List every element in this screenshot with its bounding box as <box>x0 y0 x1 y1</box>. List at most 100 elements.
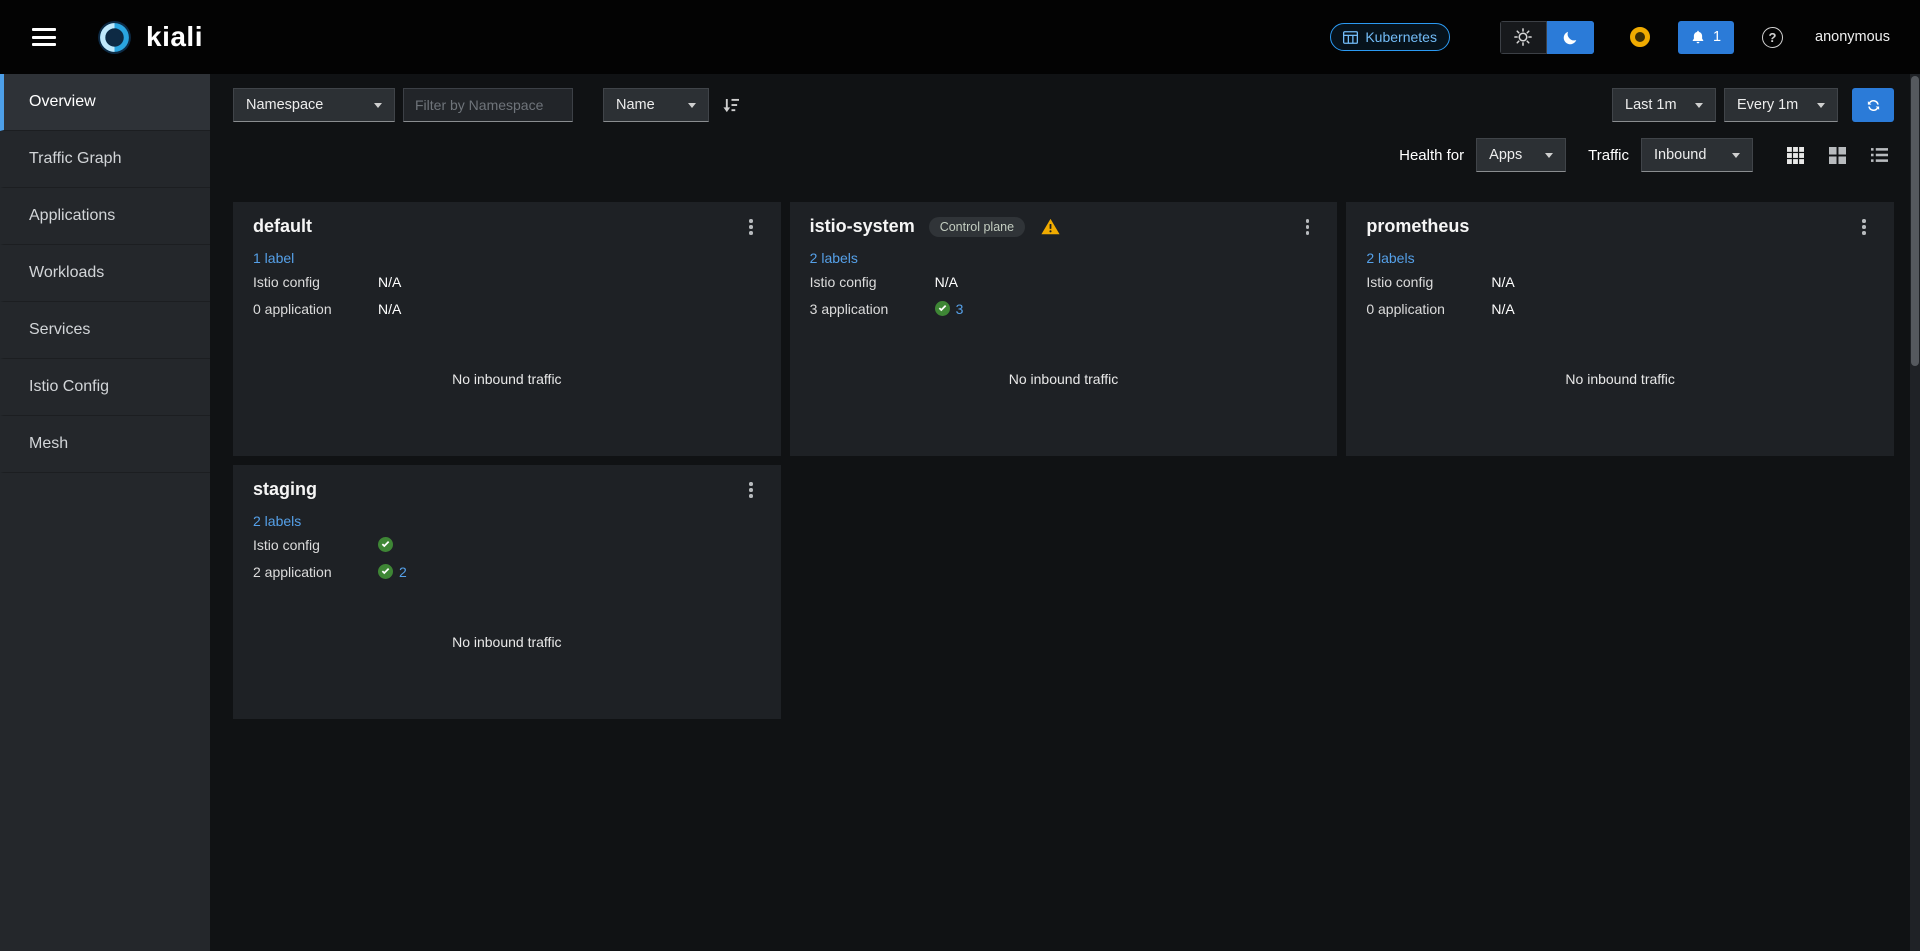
istio-config-label: Istio config <box>253 534 378 556</box>
sidebar-item-applications[interactable]: Applications <box>0 188 210 245</box>
chevron-down-icon <box>1732 153 1740 158</box>
healthy-icon <box>378 564 393 579</box>
applications-status: N/A <box>378 298 401 320</box>
kebab-icon <box>749 482 753 486</box>
applications-status: 2 <box>378 561 407 583</box>
healthy-apps-count-link[interactable]: 3 <box>956 298 964 320</box>
list-icon <box>1871 147 1888 163</box>
chevron-down-icon <box>688 103 696 108</box>
brand: kiali <box>96 19 203 56</box>
refresh-icon <box>1866 98 1881 113</box>
labels-link[interactable]: 2 labels <box>1366 250 1414 266</box>
scrollbar[interactable] <box>1910 74 1920 951</box>
compact-grid-view-button[interactable] <box>1781 143 1810 168</box>
kiali-logo-icon <box>96 19 133 56</box>
kebab-menu-button[interactable] <box>1298 216 1318 238</box>
question-icon: ? <box>1769 30 1777 45</box>
namespace-name: istio-system <box>810 216 915 237</box>
sun-icon <box>1514 28 1532 46</box>
healthy-icon <box>935 301 950 316</box>
view-mode-group <box>1781 143 1894 168</box>
theme-dark-button[interactable] <box>1547 21 1594 54</box>
namespace-name: staging <box>253 479 317 500</box>
compact-grid-icon <box>1787 147 1804 164</box>
control-plane-badge: Control plane <box>929 217 1025 237</box>
istio-config-label: Istio config <box>253 271 378 293</box>
traffic-direction-select[interactable]: Inbound <box>1641 138 1753 172</box>
istio-config-status <box>378 537 393 552</box>
health-for-label: Health for <box>1399 147 1464 164</box>
sidebar-item-workloads[interactable]: Workloads <box>0 245 210 302</box>
sidebar-item-overview[interactable]: Overview <box>0 74 210 131</box>
bell-icon <box>1691 30 1705 44</box>
applications-status: 3 <box>935 298 964 320</box>
warning-icon <box>1041 218 1060 235</box>
refresh-button[interactable] <box>1852 88 1894 122</box>
theme-toggle <box>1500 21 1594 54</box>
list-view-button[interactable] <box>1865 143 1894 167</box>
sort-icon <box>723 98 740 113</box>
namespace-filter-input[interactable] <box>403 88 573 122</box>
namespace-name: default <box>253 216 312 237</box>
namespace-card-prometheus: prometheus 2 labels Istio config N/A 0 a… <box>1346 202 1894 456</box>
sort-direction-button[interactable] <box>717 94 746 117</box>
cluster-badge-label: Kubernetes <box>1365 29 1437 45</box>
filter-toolbar: Namespace Name L <box>233 88 1894 122</box>
notifications-button[interactable]: 1 <box>1678 21 1734 54</box>
namespace-cards: default 1 label Istio config N/A 0 appli… <box>233 202 1894 719</box>
kebab-menu-button[interactable] <box>741 479 761 501</box>
help-button[interactable]: ? <box>1762 27 1783 48</box>
nav-toggle-button[interactable] <box>26 18 62 57</box>
labels-link[interactable]: 2 labels <box>810 250 858 266</box>
health-for-select[interactable]: Apps <box>1476 138 1566 172</box>
namespace-card-istio-system: istio-system Control plane 2 labels <box>790 202 1338 456</box>
grid-view-button[interactable] <box>1823 143 1852 168</box>
brand-title: kiali <box>146 21 203 53</box>
cluster-badge[interactable]: Kubernetes <box>1330 23 1450 51</box>
refresh-interval-select[interactable]: Every 1m <box>1724 88 1838 122</box>
kebab-menu-button[interactable] <box>1854 216 1874 238</box>
filter-type-select[interactable]: Namespace <box>233 88 395 122</box>
istio-status-icon[interactable] <box>1630 27 1650 47</box>
sidebar-item-mesh[interactable]: Mesh <box>0 416 210 473</box>
masthead-right: Kubernetes <box>1330 21 1890 54</box>
istio-config-status: N/A <box>378 271 401 293</box>
grid-icon <box>1829 147 1846 164</box>
inbound-traffic-message: No inbound traffic <box>452 634 561 650</box>
kebab-icon <box>1306 219 1310 223</box>
applications-label: 3 application <box>810 298 935 320</box>
kebab-menu-button[interactable] <box>741 216 761 238</box>
kebab-icon <box>1862 219 1866 223</box>
istio-config-status: N/A <box>1491 271 1514 293</box>
sidebar-item-services[interactable]: Services <box>0 302 210 359</box>
display-toolbar: Health for Apps Traffic Inbound <box>233 138 1894 172</box>
traffic-label: Traffic <box>1588 147 1629 164</box>
applications-label: 2 application <box>253 561 378 583</box>
sidebar-item-traffic-graph[interactable]: Traffic Graph <box>0 131 210 188</box>
username: anonymous <box>1815 29 1890 45</box>
labels-link[interactable]: 2 labels <box>253 513 301 529</box>
sidebar: Overview Traffic Graph Applications Work… <box>0 74 210 951</box>
duration-select[interactable]: Last 1m <box>1612 88 1716 122</box>
namespace-name: prometheus <box>1366 216 1469 237</box>
kebab-icon <box>749 219 753 223</box>
sidebar-item-istio-config[interactable]: Istio Config <box>0 359 210 416</box>
theme-light-button[interactable] <box>1500 21 1547 54</box>
chevron-down-icon <box>1545 153 1553 158</box>
healthy-icon <box>378 537 393 552</box>
masthead: kiali Kubernetes <box>0 0 1920 74</box>
namespace-card-default: default 1 label Istio config N/A 0 appli… <box>233 202 781 456</box>
applications-status: N/A <box>1491 298 1514 320</box>
kiali-app: kiali Kubernetes <box>0 0 1920 951</box>
inbound-traffic-message: No inbound traffic <box>1009 371 1118 387</box>
istio-config-label: Istio config <box>810 271 935 293</box>
chevron-down-icon <box>1695 103 1703 108</box>
labels-link[interactable]: 1 label <box>253 250 294 266</box>
scrollbar-thumb[interactable] <box>1911 76 1919 366</box>
namespace-card-staging: staging 2 labels Istio config <box>233 465 781 719</box>
applications-label: 0 application <box>253 298 378 320</box>
moon-icon <box>1562 29 1579 46</box>
overview-page: Namespace Name L <box>210 74 1920 951</box>
healthy-apps-count-link[interactable]: 2 <box>399 561 407 583</box>
sort-field-select[interactable]: Name <box>603 88 709 122</box>
